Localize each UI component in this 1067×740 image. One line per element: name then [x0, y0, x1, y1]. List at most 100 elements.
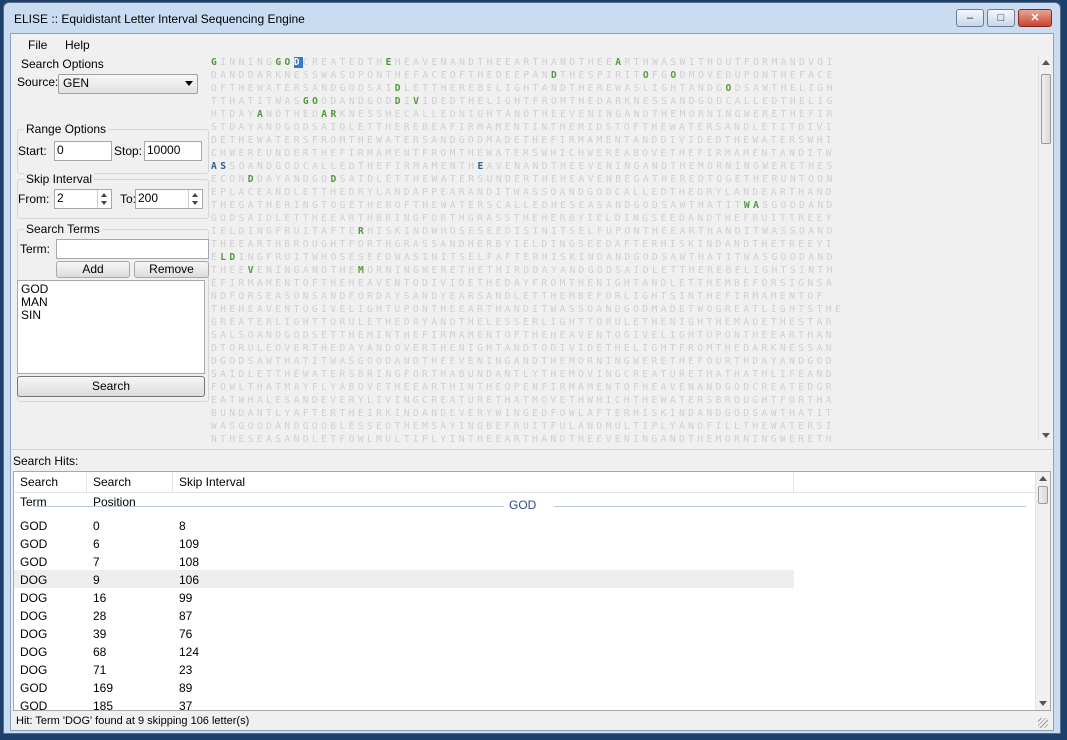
- cell-skip: 89: [179, 681, 193, 695]
- resize-grip-icon[interactable]: [1038, 718, 1048, 728]
- cell-position: 7: [93, 555, 100, 569]
- scroll-down-icon[interactable]: [1042, 433, 1050, 438]
- group-divider: [554, 506, 1026, 507]
- cell-term: GOD: [20, 537, 48, 551]
- menu-help[interactable]: Help: [65, 38, 90, 52]
- app-window: ELISE :: Equidistant Letter Interval Seq…: [3, 2, 1061, 734]
- list-item[interactable]: MAN: [21, 296, 201, 309]
- cell-skip: 37: [179, 699, 193, 711]
- menu-file[interactable]: File: [28, 38, 47, 52]
- to-spin-buttons[interactable]: [188, 190, 202, 208]
- grid-row: ECONDDAYANDGODSAIDLETTHEWATERSUNDERTHEHE…: [211, 174, 836, 185]
- grid-row: DANDDARKNESSWASUPONTHEFACEOFTHEDEEPANDTH…: [211, 70, 836, 81]
- grid-row: BUNDANTLYAFTERTHEIRKINDANDEVERYWINGEDFOW…: [211, 408, 835, 419]
- search-hits-title: Search Hits:: [13, 454, 79, 468]
- grid-row: TTHATITWASGOODANDGODDIVIDEDTHELIGHTFROMT…: [211, 96, 836, 107]
- cell-skip: 99: [179, 591, 193, 605]
- start-input[interactable]: 0: [54, 141, 112, 161]
- hits-header: Search Term Search Position Skip Interva…: [14, 472, 1036, 509]
- grid-row: GREATERLIGHTTORULETHEDAYANDTHELESSERLIGH…: [211, 317, 835, 328]
- cell-term: DOG: [20, 663, 48, 677]
- table-row[interactable]: DOG 68 124: [14, 642, 794, 660]
- grid-row: THEHEAVENTOGIVELIGHTUPONTHEEARTHANDITWAS…: [211, 304, 845, 315]
- table-row[interactable]: GOD 169 89: [14, 678, 794, 696]
- search-options-label: Search Options: [21, 57, 104, 71]
- table-row[interactable]: DOG 71 23: [14, 660, 794, 678]
- table-row[interactable]: GOD 0 8: [14, 516, 794, 534]
- grid-row: EATWHALESANDEVERYLIVINGCREATURETHATMOVET…: [211, 395, 835, 406]
- grid-row: DTORULEOVERTHEDAYANDOVERTHENIGHTANDTODIV…: [211, 343, 835, 354]
- table-row[interactable]: DOG 9 106: [14, 570, 794, 588]
- table-row[interactable]: GOD 6 109: [14, 534, 794, 552]
- from-label: From:: [18, 192, 50, 206]
- group-label: GOD: [509, 498, 537, 512]
- cell-position: 185: [93, 699, 114, 711]
- grid-row: ELDINGFRUITWHOSESEEDWASINITSELFAFTERHISK…: [211, 252, 836, 263]
- cell-term: DOG: [20, 627, 48, 641]
- grid-row: DGODSAWTHATITWASGOODANDTHEEVENINGANDTHEM…: [211, 356, 835, 367]
- cell-position: 9: [93, 573, 100, 587]
- search-hits-list[interactable]: Search Term Search Position Skip Interva…: [13, 471, 1051, 711]
- range-options-group: Range Options Start: 0 Stop: 10000: [17, 122, 209, 174]
- grid-scrollbar[interactable]: [1038, 56, 1053, 442]
- add-button[interactable]: Add: [56, 261, 130, 278]
- stop-input[interactable]: 10000: [144, 141, 202, 161]
- start-value: 0: [57, 143, 64, 157]
- table-row[interactable]: GOD 7 108: [14, 552, 794, 570]
- minimize-button[interactable]: –: [956, 9, 984, 27]
- stop-label: Stop:: [114, 144, 143, 158]
- hits-scroll-thumb[interactable]: [1038, 486, 1048, 504]
- close-button[interactable]: ✕: [1018, 9, 1052, 27]
- to-value: 200: [138, 191, 159, 205]
- to-label: To:: [120, 192, 137, 206]
- list-item[interactable]: GOD: [21, 283, 201, 296]
- cell-term: GOD: [20, 555, 48, 569]
- search-button[interactable]: Search: [17, 376, 205, 397]
- menu-bar: File Help: [11, 34, 1053, 56]
- chevron-down-icon: [185, 81, 193, 86]
- term-input[interactable]: [56, 239, 209, 259]
- skip-interval-label: Skip Interval: [24, 172, 95, 186]
- splitter[interactable]: [11, 449, 1053, 452]
- table-row[interactable]: DOG 16 99: [14, 588, 794, 606]
- hits-scrollbar[interactable]: [1035, 472, 1050, 710]
- table-row[interactable]: DOG 39 76: [14, 624, 794, 642]
- cell-position: 0: [93, 519, 100, 533]
- group-header: GOD: [14, 498, 1030, 512]
- maximize-button[interactable]: □: [987, 9, 1015, 27]
- cell-position: 6: [93, 537, 100, 551]
- scroll-down-icon[interactable]: [1039, 701, 1047, 706]
- scroll-up-icon[interactable]: [1042, 60, 1050, 65]
- grid-row: THEEVENINGANDTHEMORNINGWERETHETHIRDDAYAN…: [211, 265, 836, 276]
- cell-skip: 76: [179, 627, 193, 641]
- spin-down-icon: [192, 201, 198, 205]
- source-select[interactable]: GEN: [58, 74, 198, 94]
- grid-row: THEGATHERINGTOGETHEROFTHEWATERSCALLEDHES…: [211, 200, 836, 211]
- table-row[interactable]: DOG 28 87: [14, 606, 794, 624]
- list-item[interactable]: SIN: [21, 309, 201, 322]
- table-row[interactable]: GOD 185 37: [14, 696, 794, 711]
- grid-row: HTDAYANDTHEDARKNESSHECALLEDNIGHTANDTHEEV…: [211, 109, 836, 120]
- status-bar: Hit: Term 'DOG' found at 9 skipping 106 …: [13, 713, 1051, 730]
- from-spin-buttons[interactable]: [97, 190, 111, 208]
- title-bar[interactable]: ELISE :: Equidistant Letter Interval Seq…: [4, 3, 1060, 33]
- cell-position: 68: [93, 645, 107, 659]
- scroll-up-icon[interactable]: [1039, 476, 1047, 481]
- grid-row: EFIRMAMENTOFTHEHEAVENTODIVIDETHEDAYFROMT…: [211, 278, 835, 289]
- cell-position: 16: [93, 591, 107, 605]
- cell-skip: 109: [179, 537, 200, 551]
- grid-scroll-thumb[interactable]: [1041, 74, 1051, 144]
- letter-grid[interactable]: GINNINGGODCREATEDTHEHEAVENANDTHEEARTHAND…: [211, 56, 1037, 442]
- grid-row: NDFORSEASONSANDFORDAYSANDYEARSANDLETTHEM…: [211, 291, 826, 302]
- start-label: Start:: [18, 144, 47, 158]
- from-stepper[interactable]: 2: [54, 189, 112, 209]
- search-terms-label: Search Terms: [24, 222, 102, 236]
- remove-button[interactable]: Remove: [134, 261, 209, 278]
- column-header-skip[interactable]: Skip Interval: [173, 472, 794, 492]
- column-header-term[interactable]: Search Term: [14, 472, 87, 509]
- column-header-position[interactable]: Search Position: [87, 472, 173, 509]
- search-terms-list[interactable]: GOD MAN SIN: [17, 280, 205, 374]
- cell-skip: 124: [179, 645, 200, 659]
- grid-row: FOWLTHATMAYFLYABOVETHEEARTHINTHEOPENFIRM…: [211, 382, 835, 393]
- to-stepper[interactable]: 200: [135, 189, 203, 209]
